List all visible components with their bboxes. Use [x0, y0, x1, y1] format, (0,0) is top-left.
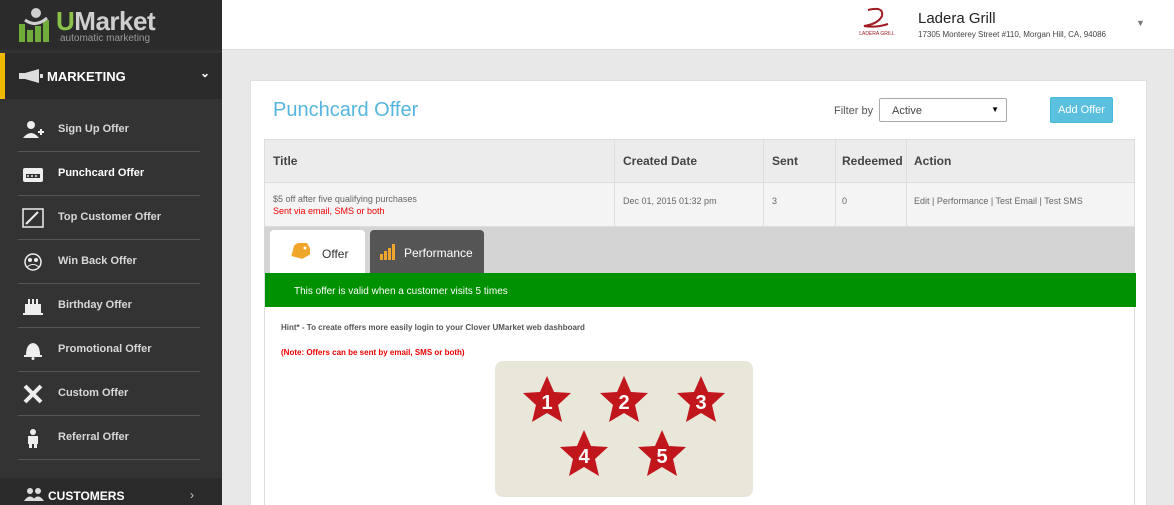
tab-label: Performance	[404, 246, 473, 260]
column-header-created[interactable]: Created Date	[623, 154, 697, 168]
bar-chart-icon	[380, 244, 395, 260]
sidebar-item-label: Birthday Offer	[58, 299, 132, 311]
sidebar-item-birthday-offer[interactable]: Birthday Offer	[18, 284, 200, 328]
hint-text: Hint* - To create offers more easily log…	[281, 323, 585, 332]
store-logo: LADERA GRILL	[854, 4, 898, 46]
filter-select[interactable]: Active ▼	[879, 98, 1007, 122]
sidebar-section-label: CUSTOMERS	[48, 489, 125, 503]
sidebar-item-punchcard-offer[interactable]: Punchcard Offer	[18, 152, 200, 196]
chevron-down-icon[interactable]: ⌄	[200, 66, 210, 80]
group-icon	[24, 253, 42, 271]
umarket-logo-icon	[19, 8, 49, 42]
sidebar-item-promotional-offer[interactable]: Promotional Offer	[18, 328, 200, 372]
chart-icon	[22, 208, 44, 228]
customers-icon	[24, 488, 44, 501]
sidebar-item-label: Custom Offer	[58, 387, 129, 399]
table-header: Title Created Date Sent Redeemed Action	[264, 139, 1135, 184]
sidebar-item-label: Win Back Offer	[58, 255, 137, 267]
megaphone-icon	[19, 69, 43, 83]
account-dropdown-icon[interactable]: ▼	[1136, 18, 1145, 28]
sidebar-item-label: Top Customer Offer	[58, 211, 162, 223]
note-text: (Note: Offers can be sent by email, SMS …	[281, 348, 465, 357]
filter-select-value: Active	[892, 105, 922, 117]
sidebar-item-label: Sign Up Offer	[58, 123, 129, 135]
add-user-icon	[23, 121, 44, 138]
punchcard-panel: Punchcard Offer Filter by Active ▼ Add O…	[250, 80, 1147, 505]
star-2-icon: 2	[600, 376, 648, 422]
tab-label: Offer	[322, 247, 349, 261]
brand-name: UMarket	[56, 6, 156, 36]
punch-card-stars: 1 2 3 4 5	[523, 376, 725, 476]
sidebar-item-label: Punchcard Offer	[58, 167, 145, 179]
action-links[interactable]: Edit | Performance | Test Email | Test S…	[914, 196, 1083, 206]
sidebar-section-customers[interactable]: CUSTOMERS ›	[0, 478, 222, 505]
sidebar-section-label: MARKETING	[47, 69, 126, 84]
star-5-icon: 5	[638, 430, 686, 476]
sidebar: UMarket automatic marketing MARKETING ⌄ …	[0, 0, 222, 505]
add-offer-button[interactable]: Add Offer	[1050, 97, 1113, 123]
cake-icon	[23, 299, 43, 315]
sidebar-item-sign-up-offer[interactable]: Sign Up Offer	[18, 108, 200, 152]
column-header-redeemed[interactable]: Redeemed	[842, 154, 903, 168]
page-title: Punchcard Offer	[273, 99, 419, 121]
tab-performance[interactable]: Performance	[370, 230, 484, 273]
column-header-action: Action	[914, 154, 952, 168]
offer-subtitle-cell: Sent via email, SMS or both	[273, 206, 385, 216]
sidebar-item-win-back-offer[interactable]: Win Back Offer	[18, 240, 200, 284]
star-number: 1	[541, 392, 552, 414]
tab-bar: Offer Performance	[264, 227, 1135, 273]
star-number: 3	[695, 392, 706, 414]
store-logo-icon	[863, 7, 889, 28]
tools-icon	[23, 384, 43, 404]
created-date-cell: Dec 01, 2015 01:32 pm	[623, 196, 717, 206]
caret-down-icon: ▼	[991, 105, 999, 114]
table-row[interactable]: $5 off after five qualifying purchases S…	[264, 183, 1135, 227]
filter-label: Filter by	[834, 105, 874, 117]
redeemed-cell: 0	[842, 196, 848, 206]
star-number: 4	[578, 446, 590, 468]
star-number: 5	[656, 446, 667, 468]
sidebar-item-label: Referral Offer	[58, 431, 129, 443]
tab-offer[interactable]: Offer	[270, 230, 365, 273]
store-name: Ladera Grill	[918, 10, 996, 27]
sent-cell: 3	[772, 196, 778, 206]
offer-content: Hint* - To create offers more easily log…	[264, 307, 1135, 505]
star-number: 2	[618, 392, 629, 414]
brand-tagline: automatic marketing	[60, 33, 151, 44]
store-address: 17305 Monterey Street #110, Morgan Hill,…	[918, 30, 1106, 39]
sidebar-section-marketing[interactable]: MARKETING ⌄	[0, 53, 222, 99]
offer-validity-banner: This offer is valid when a customer visi…	[264, 273, 1136, 307]
tag-icon	[291, 243, 310, 259]
sidebar-item-custom-offer[interactable]: Custom Offer	[18, 372, 200, 416]
brand-logo[interactable]: UMarket automatic marketing	[0, 0, 222, 50]
bell-icon	[24, 343, 42, 360]
star-4-icon: 4	[560, 430, 608, 476]
column-header-sent[interactable]: Sent	[772, 154, 798, 168]
top-header: LADERA GRILL Ladera Grill 17305 Monterey…	[222, 0, 1174, 50]
chevron-right-icon[interactable]: ›	[190, 488, 194, 502]
offer-validity-text: This offer is valid when a customer visi…	[294, 286, 508, 297]
sidebar-item-top-customer-offer[interactable]: Top Customer Offer	[18, 196, 200, 240]
sidebar-item-label: Promotional Offer	[58, 343, 152, 355]
punchcard-icon	[23, 168, 43, 182]
column-header-title[interactable]: Title	[273, 154, 297, 168]
store-logo-text: LADERA GRILL	[859, 31, 895, 37]
star-3-icon: 3	[677, 376, 725, 422]
punch-card-image: 1 2 3 4 5	[495, 361, 753, 497]
referral-icon	[28, 429, 38, 448]
offer-title-cell: $5 off after five qualifying purchases	[273, 194, 417, 204]
sidebar-item-referral-offer[interactable]: Referral Offer	[18, 416, 200, 460]
star-1-icon: 1	[523, 376, 571, 422]
